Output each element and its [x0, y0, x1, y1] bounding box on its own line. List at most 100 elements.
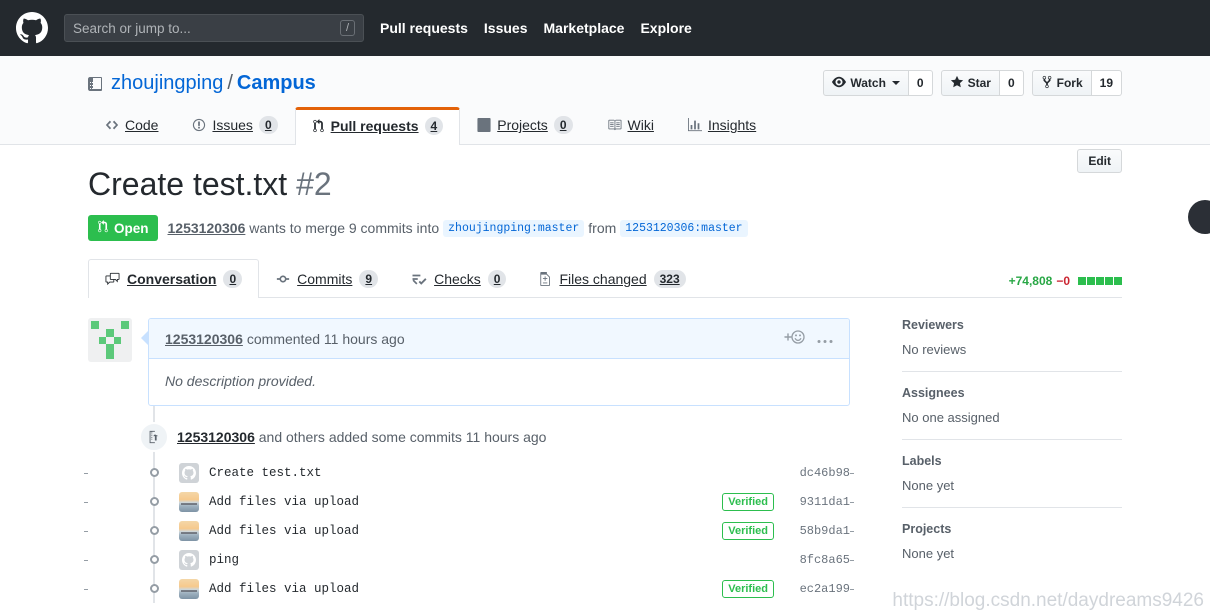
repo-name-link[interactable]: Campus — [237, 72, 316, 95]
star-button[interactable]: Star — [940, 70, 1000, 96]
merge-description-2: from — [588, 220, 617, 237]
sidebar-heading-reviewers[interactable]: Reviewers — [902, 318, 1122, 332]
sidebar-item-pull-requests[interactable]: Pull requests 4 — [294, 107, 461, 145]
table-row[interactable]: Add files via upload Verified ec2a199 — [88, 574, 850, 603]
diffstat-blocks — [1078, 277, 1122, 286]
commit-sha[interactable]: 58b9da1 — [788, 524, 850, 538]
commit-node-icon — [147, 497, 161, 507]
commit-message[interactable]: Create test.txt — [209, 466, 322, 480]
pull-request-tabs: Conversation 0 Commits 9 Checks 0 Files … — [88, 259, 1122, 299]
repository-nav: Code Issues 0 Pull requests 4 Projects 0… — [88, 107, 1122, 145]
commit-node-icon — [147, 555, 161, 565]
commit-message[interactable]: Add files via upload — [209, 524, 359, 538]
project-icon — [477, 118, 491, 132]
tab-label-checks: Checks — [434, 271, 481, 288]
tab-commits[interactable]: Commits 9 — [259, 259, 395, 298]
nav-marketplace[interactable]: Marketplace — [544, 20, 625, 36]
status-badge[interactable]: Verified — [722, 492, 774, 511]
commit-sha[interactable]: 8fc8a65 — [788, 553, 850, 567]
table-row[interactable]: Add files via upload Verified 58b9da1 — [88, 516, 850, 545]
fork-button[interactable]: Fork — [1031, 70, 1092, 96]
github-mark-icon[interactable] — [16, 12, 48, 44]
status-badge-label: Open — [114, 220, 149, 236]
diffstat-block — [1087, 277, 1095, 286]
tab-checks[interactable]: Checks 0 — [395, 259, 523, 298]
pr-author-link[interactable]: 1253120306 — [168, 220, 246, 236]
repository-actions: Watch 0 Star 0 Fork 19 — [823, 70, 1122, 96]
base-branch-ref[interactable]: zhoujingping:master — [443, 219, 585, 237]
repo-owner-link[interactable]: zhoujingping — [111, 72, 223, 95]
repo-separator: / — [227, 72, 233, 94]
pull-request-sidebar: Reviewers No reviews Assignees No one as… — [902, 318, 1122, 603]
timeline-event-text: 1253120306 and others added some commits… — [177, 429, 546, 445]
star-button-group: Star 0 — [940, 70, 1024, 96]
commit-message[interactable]: Add files via upload — [209, 582, 359, 596]
git-pull-request-icon — [312, 118, 325, 133]
beach-photo-avatar — [179, 520, 199, 541]
diff-icon — [540, 272, 552, 287]
edit-button[interactable]: Edit — [1077, 149, 1122, 173]
fork-icon — [1041, 75, 1053, 92]
avatar[interactable] — [88, 318, 132, 363]
graph-icon — [687, 118, 702, 132]
comment-thread: 1253120306 commented 11 hours ago No des… — [88, 318, 850, 407]
comment-header-actions — [783, 329, 833, 348]
status-badge[interactable]: Verified — [722, 579, 774, 598]
timeline-author-link[interactable]: 1253120306 — [177, 429, 255, 445]
pull-request-body: 1253120306 commented 11 hours ago No des… — [88, 298, 1122, 604]
tab-label-conversation: Conversation — [127, 271, 217, 288]
sidebar-heading-assignees[interactable]: Assignees — [902, 386, 1122, 400]
commit-sha[interactable]: dc46b98 — [788, 466, 850, 480]
timeline-event-timestamp: 11 hours ago — [465, 429, 547, 446]
diffstat-additions: +74,808 — [1008, 274, 1053, 289]
status-badge[interactable]: Verified — [722, 521, 774, 540]
nav-issues[interactable]: Issues — [484, 20, 528, 36]
commit-sha[interactable]: ec2a199 — [788, 582, 850, 596]
commit-meta: Verified 58b9da1 — [722, 521, 850, 540]
nav-explore[interactable]: Explore — [640, 20, 691, 36]
git-pull-request-icon — [97, 220, 109, 236]
sidebar-item-code[interactable]: Code — [88, 107, 175, 144]
commit-sha[interactable]: 9311da1 — [788, 495, 850, 509]
sidebar-heading-projects[interactable]: Projects — [902, 522, 1122, 536]
tab-files-changed[interactable]: Files changed 323 — [523, 259, 702, 298]
fork-button-label: Fork — [1056, 76, 1083, 90]
commit-node-icon — [147, 584, 161, 594]
diffstat: +74,808 −0 — [1009, 274, 1122, 288]
table-row[interactable]: Add files via upload Verified 9311da1 — [88, 487, 850, 516]
star-count[interactable]: 0 — [999, 70, 1024, 96]
watch-count[interactable]: 0 — [908, 70, 933, 96]
table-row[interactable]: Create test.txt dc46b98 — [88, 458, 850, 487]
comment-author-link[interactable]: 1253120306 — [165, 331, 243, 347]
diffstat-block — [1078, 277, 1086, 286]
pr-title-text: Create test.txt — [88, 166, 288, 202]
sidebar-section-assignees: Assignees No one assigned — [902, 386, 1122, 441]
comment-body-text: No description provided. — [165, 373, 316, 390]
commit-list: Create test.txt dc46b98 Add files via up… — [88, 458, 850, 603]
kebab-horizontal-icon[interactable] — [817, 331, 833, 347]
commit-message[interactable]: Add files via upload — [209, 495, 359, 509]
search-input[interactable]: Search or jump to... / — [64, 14, 364, 42]
comment-header: 1253120306 commented 11 hours ago — [149, 319, 849, 360]
sidebar-section-projects: Projects None yet — [902, 522, 1122, 575]
comment-timestamp: 11 hours ago — [323, 330, 405, 347]
watch-button-group: Watch 0 — [823, 70, 933, 96]
diffstat-block — [1096, 277, 1104, 286]
fork-count[interactable]: 19 — [1091, 70, 1122, 96]
sidebar-heading-labels[interactable]: Labels — [902, 454, 1122, 468]
table-row[interactable]: ping 8fc8a65 — [88, 545, 850, 574]
add-reaction-icon[interactable] — [783, 329, 805, 348]
watch-button[interactable]: Watch — [823, 70, 909, 96]
merge-description-1: wants to merge 9 commits into — [249, 220, 440, 237]
beach-photo-avatar — [179, 578, 199, 599]
sidebar-item-issues[interactable]: Issues 0 — [175, 107, 294, 144]
nav-pull-requests[interactable]: Pull requests — [380, 20, 468, 36]
repository-header: zhoujingping / Campus Watch 0 Star 0 For… — [0, 56, 1210, 145]
tab-count-checks: 0 — [487, 270, 507, 289]
sidebar-item-projects[interactable]: Projects 0 — [460, 107, 589, 144]
head-branch-ref[interactable]: 1253120306:master — [620, 219, 748, 237]
sidebar-item-wiki[interactable]: Wiki — [590, 107, 671, 144]
tab-conversation[interactable]: Conversation 0 — [88, 259, 260, 299]
commit-message[interactable]: ping — [209, 553, 239, 567]
sidebar-item-insights[interactable]: Insights — [671, 107, 773, 144]
